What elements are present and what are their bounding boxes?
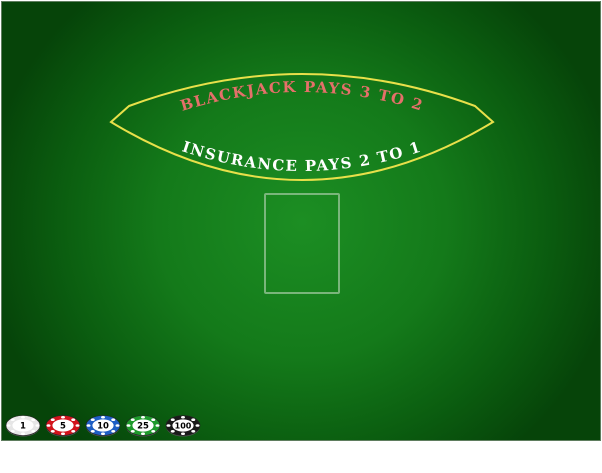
- bet-card-slot[interactable]: [264, 193, 340, 294]
- chip-blue-icon: 10: [85, 415, 121, 437]
- blackjack-window: BLACKJACK PAYS 3 TO 2 INSURANCE PAYS 2 T…: [0, 0, 602, 473]
- chip-10-button[interactable]: 10: [85, 414, 121, 437]
- blackjack-table: BLACKJACK PAYS 3 TO 2 INSURANCE PAYS 2 T…: [1, 1, 601, 441]
- chip-white-icon: 1: [5, 415, 41, 437]
- chip-100-button[interactable]: 100: [165, 414, 201, 437]
- chip-label: 1: [20, 422, 26, 432]
- chip-green-icon: 25: [125, 415, 161, 437]
- chip-red-icon: 5: [45, 415, 81, 437]
- payout-text: BLACKJACK PAYS 3 TO 2: [178, 78, 426, 115]
- chip-label: 25: [137, 422, 149, 432]
- chip-25-button[interactable]: 25: [125, 414, 161, 437]
- chip-tray: 1 5 10 25 100: [5, 414, 210, 438]
- chip-5-button[interactable]: 5: [45, 414, 81, 437]
- chip-label: 100: [175, 422, 192, 431]
- chip-label: 5: [60, 422, 66, 432]
- status-area: [0, 442, 602, 473]
- chip-black-icon: 100: [165, 415, 201, 437]
- chip-1-button[interactable]: 1: [5, 414, 41, 437]
- chip-label: 10: [97, 422, 109, 432]
